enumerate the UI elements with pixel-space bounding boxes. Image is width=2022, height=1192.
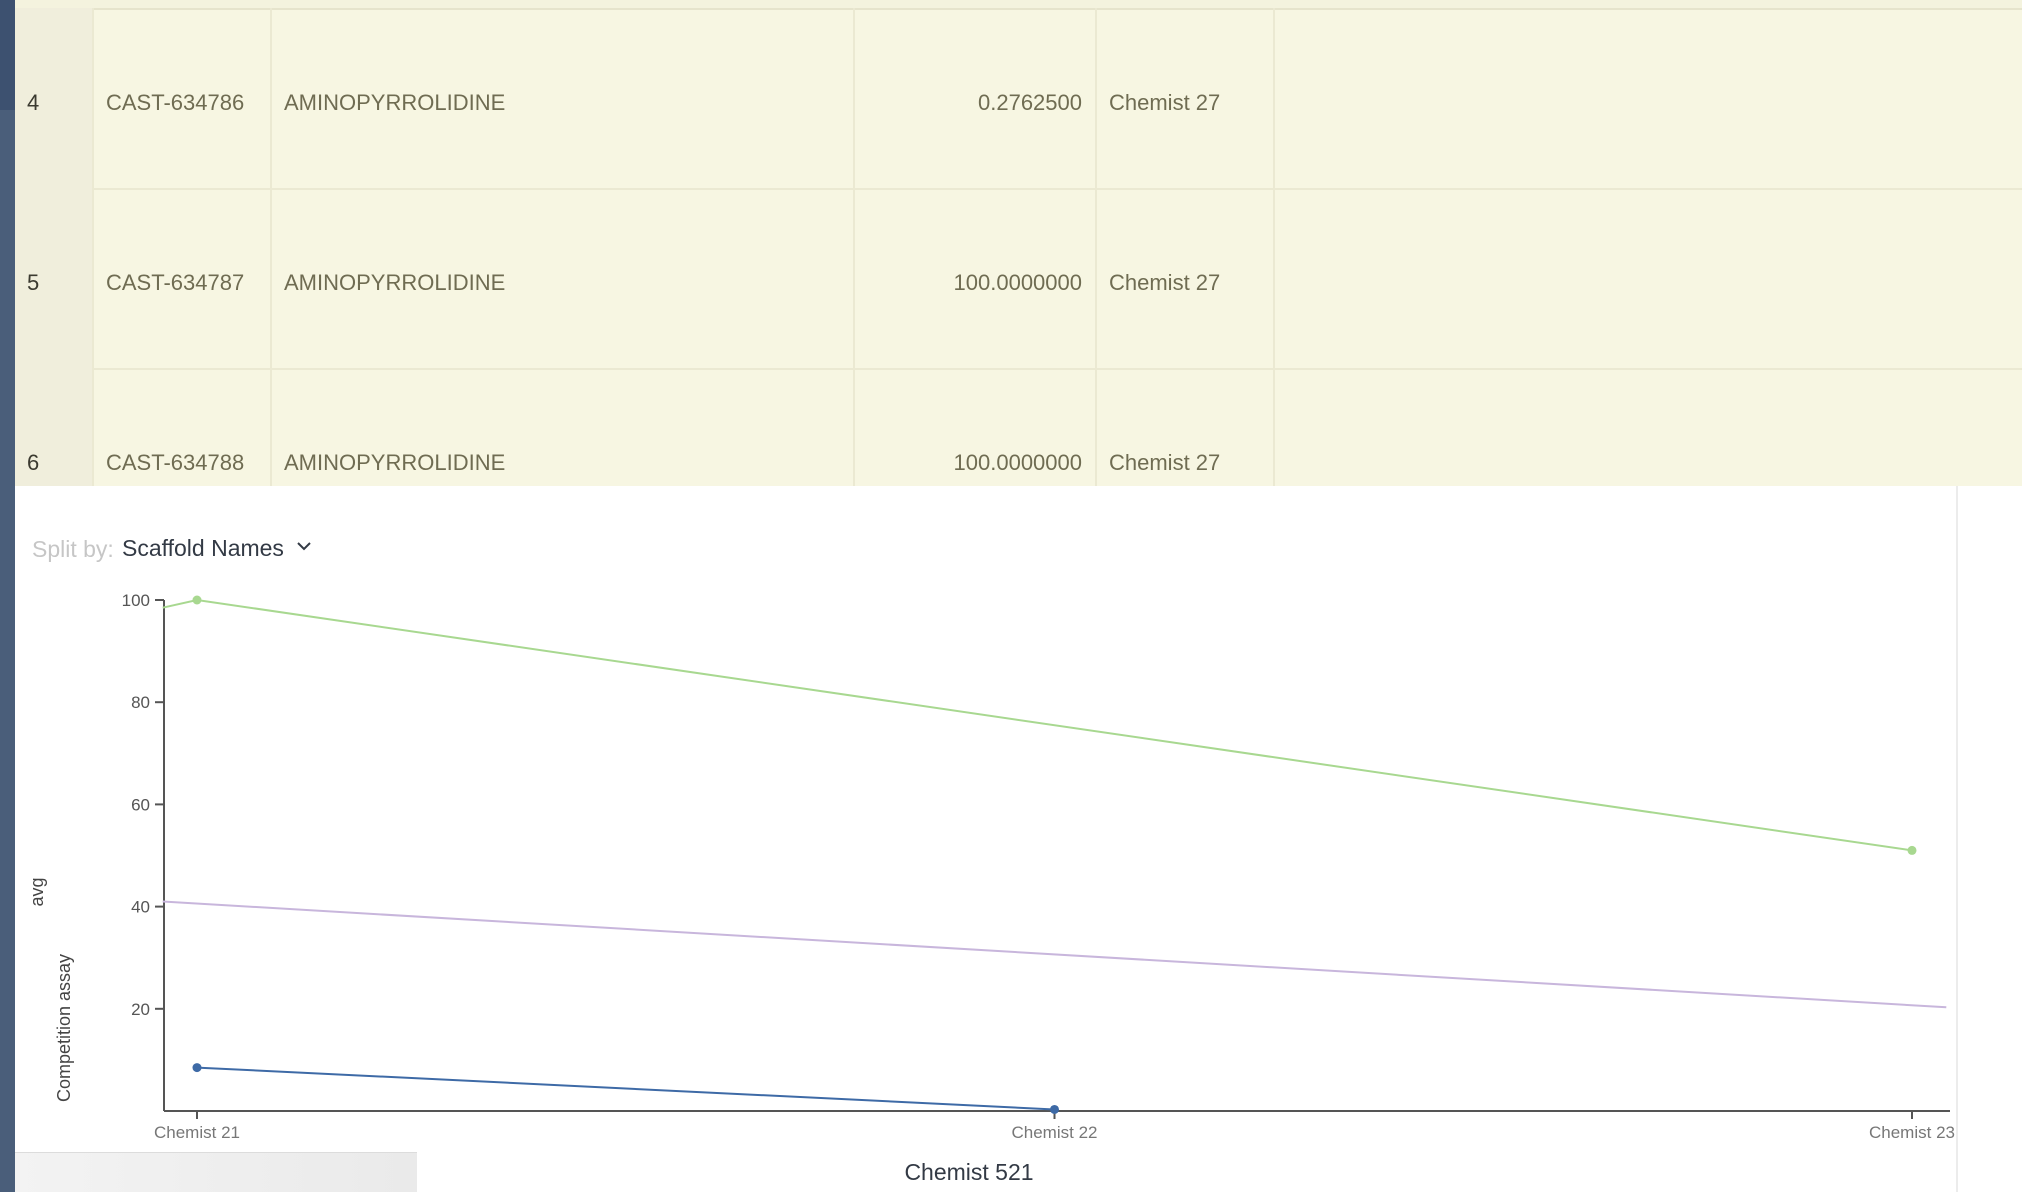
series-line (162, 598, 1913, 852)
data-point (1907, 845, 1917, 855)
footer-divider (15, 1152, 417, 1153)
y-axis-title: Competition assay (54, 954, 74, 1102)
line-chart: 20 40 60 80 100 Chemist 21 Chemist 22 Chemist 2… (27, 591, 1955, 1185)
data-point (192, 1063, 202, 1073)
y-tick-label: 60 (131, 795, 150, 814)
y-tick-label: 40 (131, 898, 150, 917)
y-tick-label: 20 (131, 1000, 150, 1019)
x-tick-label: Chemist 23 (1869, 1123, 1955, 1142)
series-line (162, 900, 1947, 1009)
x-tick-label: Chemist 21 (154, 1123, 240, 1142)
data-point (1050, 1104, 1059, 1114)
footer-bar (15, 1152, 417, 1192)
y-axis-subtitle: avg (27, 877, 47, 906)
x-tick-label: Chemist 22 (1012, 1123, 1098, 1142)
data-point (192, 595, 202, 605)
series-line (196, 1066, 1055, 1111)
y-tick-label: 80 (131, 693, 150, 712)
y-tick-label: 100 (122, 591, 150, 610)
x-axis-title: Chemist 521 (904, 1159, 1033, 1185)
